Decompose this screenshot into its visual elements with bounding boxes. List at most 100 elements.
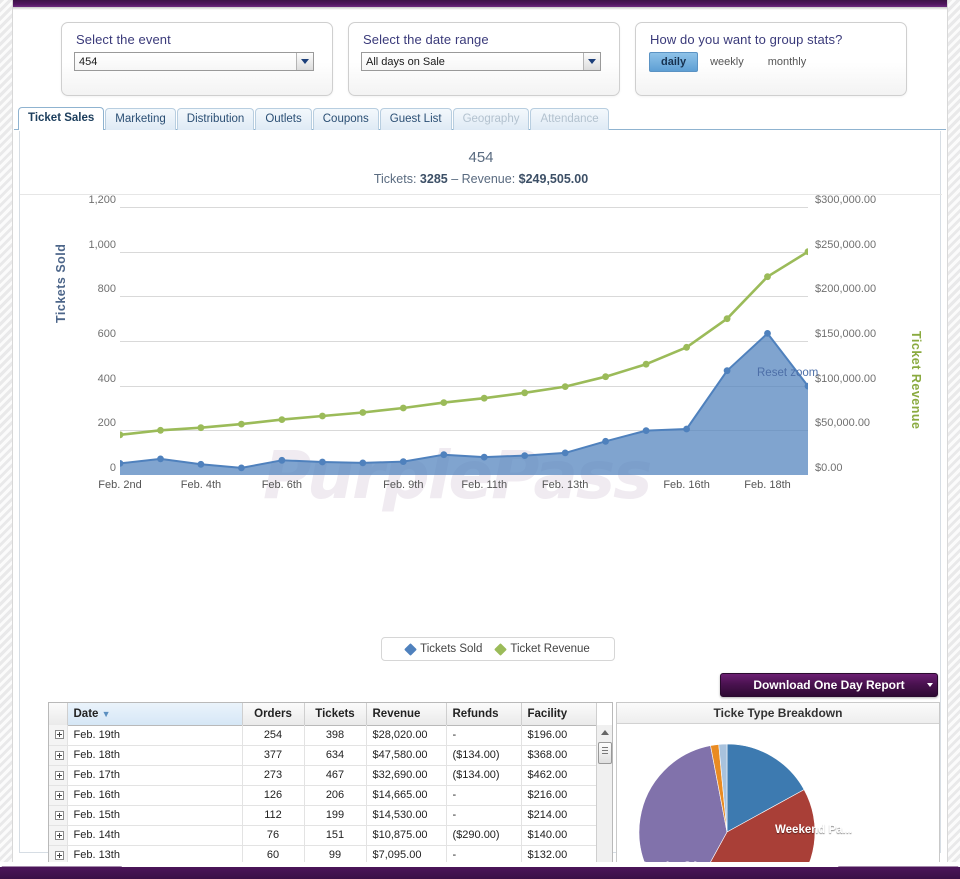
chart-data-point <box>561 449 569 457</box>
col-orders[interactable]: Orders <box>242 703 305 726</box>
cell-orders: 112 <box>242 805 305 826</box>
filters-region: Select the event 454 Select the date ran… <box>61 22 936 96</box>
tab-ticket-sales[interactable]: Ticket Sales <box>18 107 105 130</box>
table-row[interactable]: Feb. 17th 273 467 $32,690.00 ($134.00) $462.0… <box>49 765 597 786</box>
chart-plot-area <box>120 207 808 475</box>
cell-facility: $196.00 <box>521 725 597 746</box>
plus-icon <box>55 830 64 840</box>
legend-marker-tickets-sold <box>404 642 418 656</box>
table-row[interactable]: Feb. 14th 76 151 $10,875.00 ($290.00) $140.00 <box>49 825 597 846</box>
chart-data-point <box>319 412 326 420</box>
chart-data-point <box>399 458 407 465</box>
chart-tickets-value: 3285 <box>419 172 448 186</box>
plus-icon <box>55 770 64 780</box>
chart-data-point <box>197 424 205 432</box>
cell-revenue: $14,530.00 <box>366 805 447 826</box>
chart-data-point <box>480 453 488 461</box>
chart-data-point <box>440 399 448 406</box>
chart-revenue-prefix: Revenue: <box>461 172 516 186</box>
legend-item-tickets-sold[interactable]: Tickets Sold <box>404 642 482 656</box>
y-tick-left: 600 <box>97 328 116 340</box>
chart-header-divider <box>20 194 942 195</box>
x-tick-label: Feb. 11th <box>461 479 508 491</box>
cell-facility: $462.00 <box>521 765 597 786</box>
table-body: Feb. 19th 254 398 $28,020.00- $196.00 Feb. 18… <box>49 725 597 879</box>
cell-orders: 254 <box>242 725 305 746</box>
plus-icon <box>55 790 64 800</box>
col-refunds[interactable]: Refunds <box>446 703 522 726</box>
col-date[interactable]: Date ▼ <box>67 703 243 726</box>
group-option-weekly[interactable]: weekly <box>698 52 756 72</box>
x-tick-label: Feb. 4th <box>180 479 222 491</box>
chart-tickets-prefix: Tickets: <box>373 172 417 186</box>
chart-subtitle: Tickets: 3285 – Revenue: $249,505.00 <box>20 172 942 186</box>
tab-marketing[interactable]: Marketing <box>105 108 176 130</box>
tab-guest-list[interactable]: Guest List <box>379 108 452 130</box>
col-tickets[interactable]: Tickets <box>304 703 367 726</box>
reset-zoom-link[interactable]: Reset zoom <box>757 367 818 379</box>
y-tick-right: $100,000.00 <box>815 372 877 385</box>
cell-revenue: $47,580.00 <box>366 745 447 766</box>
cell-date: Feb. 16th <box>67 785 243 806</box>
row-expand-button[interactable] <box>49 745 68 766</box>
tab-outlets[interactable]: Outlets <box>255 108 312 130</box>
group-option-monthly[interactable]: monthly <box>756 52 819 72</box>
date-range-select-arrow[interactable] <box>583 53 600 70</box>
legend-item-ticket-revenue[interactable]: Ticket Revenue <box>494 642 590 656</box>
cell-revenue: $10,875.00 <box>366 825 447 846</box>
event-select-arrow[interactable] <box>296 53 313 70</box>
event-filter-label: Select the event <box>76 32 171 47</box>
table-row[interactable]: Feb. 18th 377 634 $47,580.00 ($134.00) $368.0… <box>49 745 597 766</box>
chart-series-svg <box>120 248 808 475</box>
right-page-edge <box>947 0 960 862</box>
scroll-up-icon[interactable] <box>597 725 612 740</box>
table-scrollbar[interactable] <box>596 725 612 879</box>
y-tick-left: 200 <box>97 417 116 430</box>
tab-coupons[interactable]: Coupons <box>312 108 379 130</box>
cell-refunds: - <box>446 785 522 806</box>
row-expand-button[interactable] <box>49 725 68 746</box>
event-filter-panel: Select the event 454 <box>61 22 333 96</box>
table-row[interactable]: Feb. 19th 254 398 $28,020.00- $196.00 <box>49 725 597 746</box>
date-range-filter-panel: Select the date range All days on Sale <box>348 22 620 96</box>
top-brand-bar <box>13 0 947 7</box>
chart-data-point <box>723 367 731 375</box>
pie-chart[interactable] <box>617 724 939 879</box>
plus-icon <box>55 730 64 740</box>
chart-data-point <box>683 425 690 433</box>
plus-icon <box>55 750 64 760</box>
cell-orders: 126 <box>242 785 305 806</box>
chart-data-point <box>278 416 286 423</box>
row-expand-button[interactable] <box>49 785 68 806</box>
table-body-scroll[interactable]: Feb. 19th 254 398 $28,020.00- $196.00 Feb. 18… <box>49 725 612 879</box>
y-tick-right: $50,000.00 <box>815 417 871 430</box>
chevron-down-icon[interactable] <box>927 683 933 687</box>
chart-data-point <box>238 420 245 428</box>
download-one-day-report-button[interactable]: Download One Day Report <box>720 673 938 697</box>
chart-data-point <box>197 460 205 468</box>
event-select[interactable]: 454 <box>74 52 314 71</box>
row-expand-button[interactable] <box>49 765 68 786</box>
row-expand-button[interactable] <box>49 825 68 846</box>
cell-tickets: 206 <box>304 785 367 806</box>
chart-data-point <box>561 383 569 390</box>
col-facility[interactable]: Facility <box>521 703 597 726</box>
x-tick-label: Feb. 9th <box>383 479 424 491</box>
chart-data-point <box>764 273 771 281</box>
tab-distribution[interactable]: Distribution <box>176 108 255 130</box>
table-row[interactable]: Feb. 15th 112 199 $14,530.00- $214.00 <box>49 805 597 826</box>
y-tick-right: $0.00 <box>815 462 843 474</box>
table-header-row: Date ▼ Orders Tickets Revenue Refunds Fa… <box>49 703 597 726</box>
group-option-daily[interactable]: daily <box>649 52 699 72</box>
row-expand-button[interactable] <box>49 805 68 826</box>
scrollbar-thumb[interactable] <box>598 742 612 764</box>
date-range-filter-label: Select the date range <box>363 32 489 47</box>
chart-data-point <box>157 455 164 463</box>
col-revenue[interactable]: Revenue <box>366 703 447 726</box>
chart-data-point <box>359 459 367 467</box>
table-row[interactable]: Feb. 16th 126 206 $14,665.00- $216.00 <box>49 785 597 806</box>
sales-data-table: Date ▼ Orders Tickets Revenue Refunds Fa… <box>48 702 613 879</box>
cell-facility: $214.00 <box>521 805 597 826</box>
date-range-select[interactable]: All days on Sale <box>361 52 601 71</box>
tab-geography: Geography <box>452 108 530 130</box>
